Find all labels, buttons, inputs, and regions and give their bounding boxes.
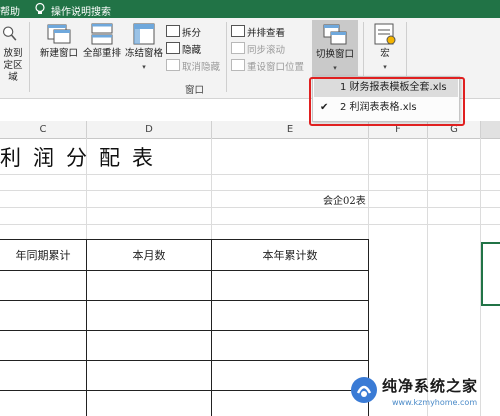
column-header-d[interactable]: D xyxy=(87,121,212,138)
help-tab[interactable]: 帮助 xyxy=(0,3,20,18)
macros-dropdown-caret-icon: ▾ xyxy=(383,63,387,71)
ribbon-tab-bar: 帮助 操作说明搜索 xyxy=(0,0,500,18)
watermark-logo-icon xyxy=(351,377,377,403)
arrange-all-label: 全部重排 xyxy=(82,48,121,59)
switch-windows-icon xyxy=(323,24,347,45)
split-button[interactable]: 拆分 xyxy=(166,25,201,39)
zoom-label-line1: 放到 xyxy=(3,48,23,59)
hide-button[interactable]: 隐藏 xyxy=(166,42,201,56)
form-code-note: 会企02表 xyxy=(323,196,366,207)
side-by-side-icon xyxy=(231,25,245,37)
active-cell-selection[interactable] xyxy=(481,242,500,306)
new-window-icon xyxy=(47,24,71,44)
table-border xyxy=(0,360,369,361)
annotation-highlight-box xyxy=(309,77,465,126)
table-border xyxy=(0,300,369,301)
arrange-all-icon xyxy=(91,23,113,45)
new-window-button[interactable]: 新建窗口 xyxy=(37,22,81,60)
macros-button[interactable]: 宏 ▾ xyxy=(368,22,402,73)
reset-position-label: 重设窗口位置 xyxy=(247,62,305,73)
freeze-dropdown-caret-icon: ▾ xyxy=(142,63,146,71)
unhide-label: 取消隐藏 xyxy=(182,62,221,73)
column-header-c[interactable]: C xyxy=(0,121,87,138)
watermark-name: 纯净系统之家 xyxy=(382,377,479,395)
table-header-ytd: 本年累计数 xyxy=(262,249,318,262)
freeze-panes-button[interactable]: 冻结窗格 ▾ xyxy=(122,22,166,73)
switch-dropdown-caret-icon: ▾ xyxy=(333,64,337,72)
gridline xyxy=(0,174,500,175)
hide-label: 隐藏 xyxy=(182,45,202,56)
gridline xyxy=(0,224,500,225)
ribbon-separator xyxy=(226,22,227,92)
table-border xyxy=(0,390,369,391)
macros-label: 宏 xyxy=(380,48,390,59)
sync-scroll-button[interactable]: 同步滚动 xyxy=(231,42,285,56)
watermark-url: www.kzmyhome.com xyxy=(392,398,478,407)
gridline xyxy=(0,207,500,208)
sync-scroll-label: 同步滚动 xyxy=(247,45,286,56)
switch-windows-label: 切换窗口 xyxy=(315,49,354,60)
table-header-prior-year: 年同期累计 xyxy=(15,249,71,262)
unhide-icon xyxy=(166,59,180,71)
macros-icon xyxy=(374,23,396,45)
tell-me-search[interactable]: 操作说明搜索 xyxy=(51,3,111,18)
table-border xyxy=(0,270,369,271)
zoom-selection-icon xyxy=(2,26,17,41)
arrange-all-button[interactable]: 全部重排 xyxy=(80,22,124,60)
new-window-label: 新建窗口 xyxy=(39,48,78,59)
column-header-h[interactable] xyxy=(481,121,500,138)
switch-windows-button[interactable]: 切换窗口 ▾ xyxy=(312,20,358,76)
zoom-label-line2: 定区域 xyxy=(3,60,23,83)
split-label: 拆分 xyxy=(182,28,202,39)
split-icon xyxy=(166,25,180,37)
unhide-button[interactable]: 取消隐藏 xyxy=(166,59,220,73)
table-border xyxy=(0,330,369,331)
table-header-this-month: 本月数 xyxy=(132,249,166,262)
ribbon-separator xyxy=(29,22,30,92)
sheet-title: 利润分配表 xyxy=(0,146,165,170)
lightbulb-icon xyxy=(35,2,45,14)
zoom-to-selection-button[interactable]: 放到 定区域 xyxy=(0,22,26,84)
reset-window-position-button[interactable]: 重设窗口位置 xyxy=(231,59,304,73)
gridline xyxy=(0,190,500,191)
window-group-label: 窗口 xyxy=(185,85,205,96)
reset-position-icon xyxy=(231,59,245,71)
hide-icon xyxy=(166,42,180,54)
freeze-panes-icon xyxy=(133,23,155,45)
watermark: 纯净系统之家 www.kzmyhome.com xyxy=(350,374,500,416)
table-border xyxy=(0,239,369,240)
side-by-side-label: 并排查看 xyxy=(247,28,286,39)
view-side-by-side-button[interactable]: 并排查看 xyxy=(231,25,285,39)
freeze-panes-label: 冻结窗格 xyxy=(124,48,163,59)
sync-scroll-icon xyxy=(231,42,245,54)
